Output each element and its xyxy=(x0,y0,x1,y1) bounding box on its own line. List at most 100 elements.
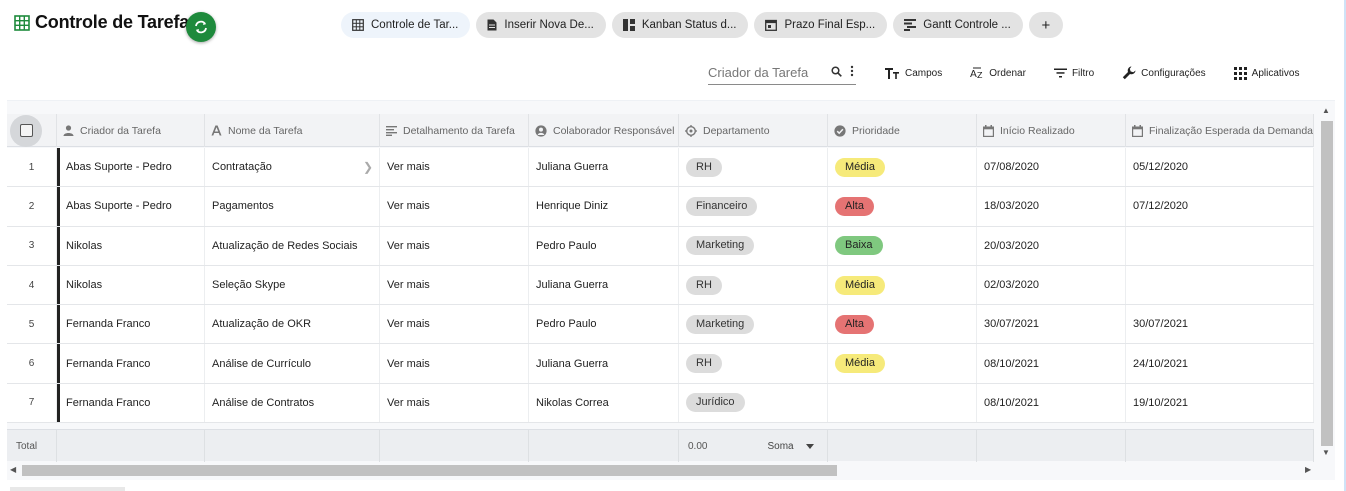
table-row[interactable]: 7 Fernanda Franco Análise de Contratos Ver … xyxy=(7,383,1314,424)
cell-creator[interactable]: Abas Suporte - Pedro xyxy=(57,148,205,187)
row-number[interactable]: 4 xyxy=(7,265,57,305)
cell-start-date[interactable]: 20/03/2020 xyxy=(977,226,1126,265)
add-view-button[interactable]: + xyxy=(1028,12,1063,38)
cell-task[interactable]: Atualização de Redes Sociais xyxy=(205,226,380,265)
cell-detail[interactable]: Ver mais xyxy=(380,265,529,305)
cell-start-date[interactable]: 08/10/2021 xyxy=(977,344,1126,383)
cell-end-date[interactable] xyxy=(1126,226,1314,265)
row-number[interactable]: 7 xyxy=(7,383,57,423)
cell-start-date[interactable]: 02/03/2020 xyxy=(977,265,1126,305)
column-header-department[interactable]: Departamento xyxy=(679,114,828,147)
cell-department[interactable]: RH xyxy=(679,344,828,383)
department-badge[interactable]: RH xyxy=(686,157,722,177)
view-tab-grid[interactable]: Controle de Tar... xyxy=(341,12,471,38)
sync-button[interactable] xyxy=(186,12,216,42)
cell-priority[interactable] xyxy=(828,383,977,423)
horizontal-scrollbar[interactable]: ◀ ▶ xyxy=(7,463,1317,477)
department-badge[interactable]: Marketing xyxy=(686,314,755,334)
cell-end-date[interactable]: 19/10/2021 xyxy=(1126,383,1314,423)
vertical-scrollbar[interactable]: ▲ ▼ xyxy=(1319,106,1333,457)
search-input[interactable]: Criador da Tarefa xyxy=(708,61,856,85)
cell-department[interactable]: RH xyxy=(679,265,828,305)
cell-end-date[interactable]: 05/12/2020 xyxy=(1126,148,1314,187)
table-row[interactable]: 2 Abas Suporte - Pedro Pagamentos Ver mais H… xyxy=(7,187,1314,227)
cell-department[interactable]: Financeiro xyxy=(679,187,828,226)
scroll-up-icon[interactable]: ▲ xyxy=(1322,106,1330,115)
cell-creator[interactable]: Nikolas xyxy=(57,226,205,265)
column-header-start[interactable]: Início Realizado xyxy=(977,114,1126,147)
kebab-menu-icon[interactable] xyxy=(850,65,854,77)
priority-badge[interactable]: Média xyxy=(835,275,885,295)
cell-priority[interactable]: Média xyxy=(828,265,977,305)
priority-badge[interactable]: Média xyxy=(835,157,885,177)
cell-priority[interactable]: Alta xyxy=(828,187,977,226)
cell-department[interactable]: Jurídico xyxy=(679,383,828,423)
cell-assignee[interactable]: Pedro Paulo xyxy=(529,305,679,344)
column-header-assignee[interactable]: Colaborador Responsável xyxy=(529,114,679,147)
priority-badge[interactable]: Baixa xyxy=(835,236,883,256)
filter-button[interactable]: Filtro xyxy=(1053,68,1094,79)
table-row[interactable]: 6 Fernanda Franco Análise de Currículo Ver … xyxy=(7,344,1314,384)
cell-priority[interactable]: Média xyxy=(828,148,977,187)
column-header-priority[interactable]: Prioridade xyxy=(828,114,977,147)
row-number[interactable]: 6 xyxy=(7,344,57,383)
table-row[interactable]: 1 Abas Suporte - Pedro Contratação ❯ Ver mai… xyxy=(7,148,1314,188)
cell-task[interactable]: Análise de Contratos xyxy=(205,383,380,423)
scroll-left-icon[interactable]: ◀ xyxy=(10,465,16,474)
cell-detail[interactable]: Ver mais xyxy=(380,383,529,423)
select-all-checkbox[interactable] xyxy=(10,114,42,147)
priority-badge[interactable]: Média xyxy=(835,354,885,374)
cell-start-date[interactable]: 07/08/2020 xyxy=(977,148,1126,187)
priority-badge[interactable]: Alta xyxy=(835,196,874,216)
cell-task[interactable]: Pagamentos xyxy=(205,187,380,226)
row-number[interactable]: 5 xyxy=(7,305,57,344)
table-row[interactable]: 5 Fernanda Franco Atualização de OKR Ver ma… xyxy=(7,305,1314,345)
settings-button[interactable]: Configurações xyxy=(1122,66,1206,80)
cell-task[interactable]: Seleção Skype xyxy=(205,265,380,305)
cell-end-date[interactable]: 30/07/2021 xyxy=(1126,305,1314,344)
view-tab-calendar[interactable]: Prazo Final Esp... xyxy=(754,12,888,38)
row-number[interactable]: 3 xyxy=(7,226,57,265)
column-header-end[interactable]: Finalização Esperada da Demanda xyxy=(1126,114,1314,147)
cell-assignee[interactable]: Juliana Guerra xyxy=(529,344,679,383)
column-header-task[interactable]: Nome da Tarefa xyxy=(205,114,380,147)
cell-creator[interactable]: Fernanda Franco xyxy=(57,383,205,423)
cell-end-date[interactable]: 07/12/2020 xyxy=(1126,187,1314,226)
fields-button[interactable]: Campos xyxy=(885,67,942,79)
scroll-down-icon[interactable]: ▼ xyxy=(1322,448,1330,457)
cell-detail[interactable]: Ver mais xyxy=(380,187,529,226)
cell-task[interactable]: Atualização de OKR xyxy=(205,305,380,344)
cell-assignee[interactable]: Juliana Guerra xyxy=(529,148,679,187)
department-badge[interactable]: RH xyxy=(686,354,722,374)
chevron-right-icon[interactable]: ❯ xyxy=(363,160,373,174)
search-icon[interactable] xyxy=(831,66,842,77)
apps-button[interactable]: Aplicativos xyxy=(1233,66,1299,80)
chevron-down-icon[interactable] xyxy=(805,443,814,449)
cell-priority[interactable]: Média xyxy=(828,344,977,383)
cell-creator[interactable]: Fernanda Franco xyxy=(57,305,205,344)
cell-task[interactable]: Contratação ❯ xyxy=(205,148,380,187)
priority-badge[interactable]: Alta xyxy=(835,314,874,334)
cell-creator[interactable]: Fernanda Franco xyxy=(57,344,205,383)
cell-detail[interactable]: Ver mais xyxy=(380,305,529,344)
cell-detail[interactable]: Ver mais xyxy=(380,226,529,265)
column-header-detail[interactable]: Detalhamento da Tarefa xyxy=(380,114,529,147)
cell-priority[interactable]: Baixa xyxy=(828,226,977,265)
horizontal-scroll-thumb[interactable] xyxy=(22,465,837,476)
cell-department[interactable]: RH xyxy=(679,148,828,187)
view-tab-gantt[interactable]: Gantt Controle ... xyxy=(893,12,1023,38)
view-tab-form[interactable]: Inserir Nova De... xyxy=(476,12,606,38)
department-badge[interactable]: Financeiro xyxy=(686,196,758,216)
cell-assignee[interactable]: Nikolas Correa xyxy=(529,383,679,423)
table-row[interactable]: 3 Nikolas Atualização de Redes Sociais Ver … xyxy=(7,226,1314,266)
department-badge[interactable]: RH xyxy=(686,275,722,295)
cell-detail[interactable]: Ver mais xyxy=(380,148,529,187)
cell-end-date[interactable]: 24/10/2021 xyxy=(1126,344,1314,383)
table-row[interactable]: 4 Nikolas Seleção Skype Ver mais Juliana Gue… xyxy=(7,265,1314,306)
department-badge[interactable]: Jurídico xyxy=(686,393,745,413)
cell-creator[interactable]: Abas Suporte - Pedro xyxy=(57,187,205,226)
scroll-right-icon[interactable]: ▶ xyxy=(1305,465,1311,474)
row-number[interactable]: 2 xyxy=(7,187,57,226)
cell-start-date[interactable]: 18/03/2020 xyxy=(977,187,1126,226)
cell-creator[interactable]: Nikolas xyxy=(57,265,205,305)
